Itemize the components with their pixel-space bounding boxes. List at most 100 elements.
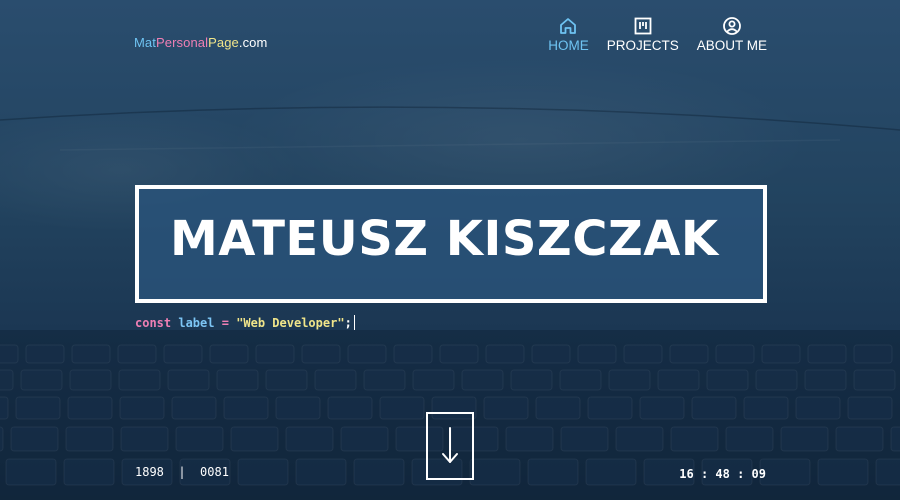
keyboard-key-shape [63, 458, 115, 486]
keyboard-key-shape [505, 426, 554, 452]
logo-part-page: Page [208, 35, 239, 50]
keyboard-key-shape [0, 426, 4, 452]
scroll-down-button[interactable] [426, 412, 474, 480]
keyboard-key-shape [608, 369, 651, 391]
code-keyword: const [135, 316, 172, 330]
keyboard-key-shape [585, 458, 637, 486]
logo-part-com: .com [238, 35, 268, 50]
keyboard-key-shape [119, 396, 165, 420]
keyboard-key-shape [875, 458, 900, 486]
keyboard-key-shape [163, 344, 203, 364]
keyboard-key-shape [65, 426, 114, 452]
keyboard-key-shape [847, 396, 893, 420]
keyboard-key-shape [295, 458, 347, 486]
keyboard-key-shape [755, 369, 798, 391]
keyboard-key-shape [393, 344, 433, 364]
keyboard-key-shape [167, 369, 210, 391]
keyboard-key-shape [761, 344, 801, 364]
keyboard-key-shape [347, 344, 387, 364]
user-circle-icon [722, 16, 742, 36]
nav-projects[interactable]: PROJECTS [607, 16, 679, 53]
keyboard-key-shape [853, 369, 896, 391]
keyboard-key-shape [559, 369, 602, 391]
cursor-coordinates: 1898 | 0081 [135, 465, 229, 479]
keyboard-key-shape [669, 344, 709, 364]
keyboard-key-shape [5, 458, 57, 486]
keyboard-key-shape [835, 426, 884, 452]
keyboard-key-shape [0, 369, 14, 391]
keyboard-key-shape [535, 396, 581, 420]
nav-projects-label: PROJECTS [606, 38, 679, 53]
kanban-icon [633, 16, 653, 36]
keyboard-key-shape [483, 396, 529, 420]
keyboard-key-shape [10, 426, 59, 452]
keyboard-key-shape [639, 396, 685, 420]
logo-part-personal: Personal [155, 35, 209, 50]
site-logo[interactable]: MatPersonalPage.com [134, 35, 267, 50]
keyboard-key-shape [223, 396, 269, 420]
keyboard-key-shape [485, 344, 525, 364]
name-title-box: MATEUSZ KISZCZAK [135, 185, 767, 303]
keyboard-key-shape [255, 344, 295, 364]
keyboard-key-shape [265, 369, 308, 391]
page-title: MATEUSZ KISZCZAK [170, 211, 719, 267]
keyboard-key-shape [469, 458, 521, 486]
keyboard-key-shape [890, 426, 900, 452]
keyboard-key-shape [120, 426, 169, 452]
keyboard-key-shape [759, 458, 811, 486]
keyboard-key-shape [461, 369, 504, 391]
code-string: "Web Developer" [236, 316, 345, 330]
keyboard-key-shape [804, 369, 847, 391]
keyboard-key-shape [439, 344, 479, 364]
nav-home-label: HOME [548, 38, 589, 53]
nav-about-me[interactable]: ABOUT ME [697, 16, 767, 53]
keyboard-key-shape [379, 396, 425, 420]
keyboard-key-shape [117, 344, 157, 364]
keyboard-key-shape [175, 426, 224, 452]
code-variable: label [178, 316, 215, 330]
role-code-line: const label = "Web Developer"; [135, 315, 355, 330]
keyboard-key-shape [353, 458, 405, 486]
keyboard-key-shape [0, 344, 19, 364]
home-icon [558, 16, 578, 36]
keyboard-key-shape [171, 396, 217, 420]
keyboard-key-shape [237, 458, 289, 486]
keyboard-key-shape [587, 396, 633, 420]
keyboard-key-shape [71, 344, 111, 364]
keyboard-key-shape [216, 369, 259, 391]
keyboard-key-shape [706, 369, 749, 391]
keyboard-key-shape [209, 344, 249, 364]
keyboard-key-shape [15, 396, 61, 420]
keyboard-key-shape [691, 396, 737, 420]
nav-home[interactable]: HOME [548, 16, 589, 53]
keyboard-key-shape [25, 344, 65, 364]
main-nav: HOME PROJECTS ABOUT ME [548, 16, 767, 53]
keyboard-key-shape [670, 426, 719, 452]
keyboard-key-shape [314, 369, 357, 391]
keyboard-key-shape [510, 369, 553, 391]
keyboard-key-shape [230, 426, 279, 452]
keyboard-key-shape [725, 426, 774, 452]
keyboard-key-shape [301, 344, 341, 364]
clock: 16 : 48 : 09 [679, 467, 766, 481]
keyboard-key-shape [363, 369, 406, 391]
keyboard-key-shape [795, 396, 841, 420]
keyboard-key-shape [807, 344, 847, 364]
nav-about-me-label: ABOUT ME [696, 38, 767, 53]
keyboard-key-shape [527, 458, 579, 486]
keyboard-key-shape [615, 426, 664, 452]
keyboard-key-shape [817, 458, 869, 486]
keyboard-key-shape [531, 344, 571, 364]
keyboard-key-shape [285, 426, 334, 452]
logo-part-mat: Mat [134, 35, 156, 50]
code-semicolon: ; [344, 316, 352, 330]
keyboard-key-shape [67, 396, 113, 420]
text-cursor [353, 315, 355, 330]
keyboard-key-shape [20, 369, 63, 391]
keyboard-key-shape [657, 369, 700, 391]
keyboard-key-shape [118, 369, 161, 391]
keyboard-key-shape [780, 426, 829, 452]
arrow-down-icon [439, 424, 461, 468]
keyboard-key-shape [623, 344, 663, 364]
keyboard-key-shape [0, 396, 9, 420]
